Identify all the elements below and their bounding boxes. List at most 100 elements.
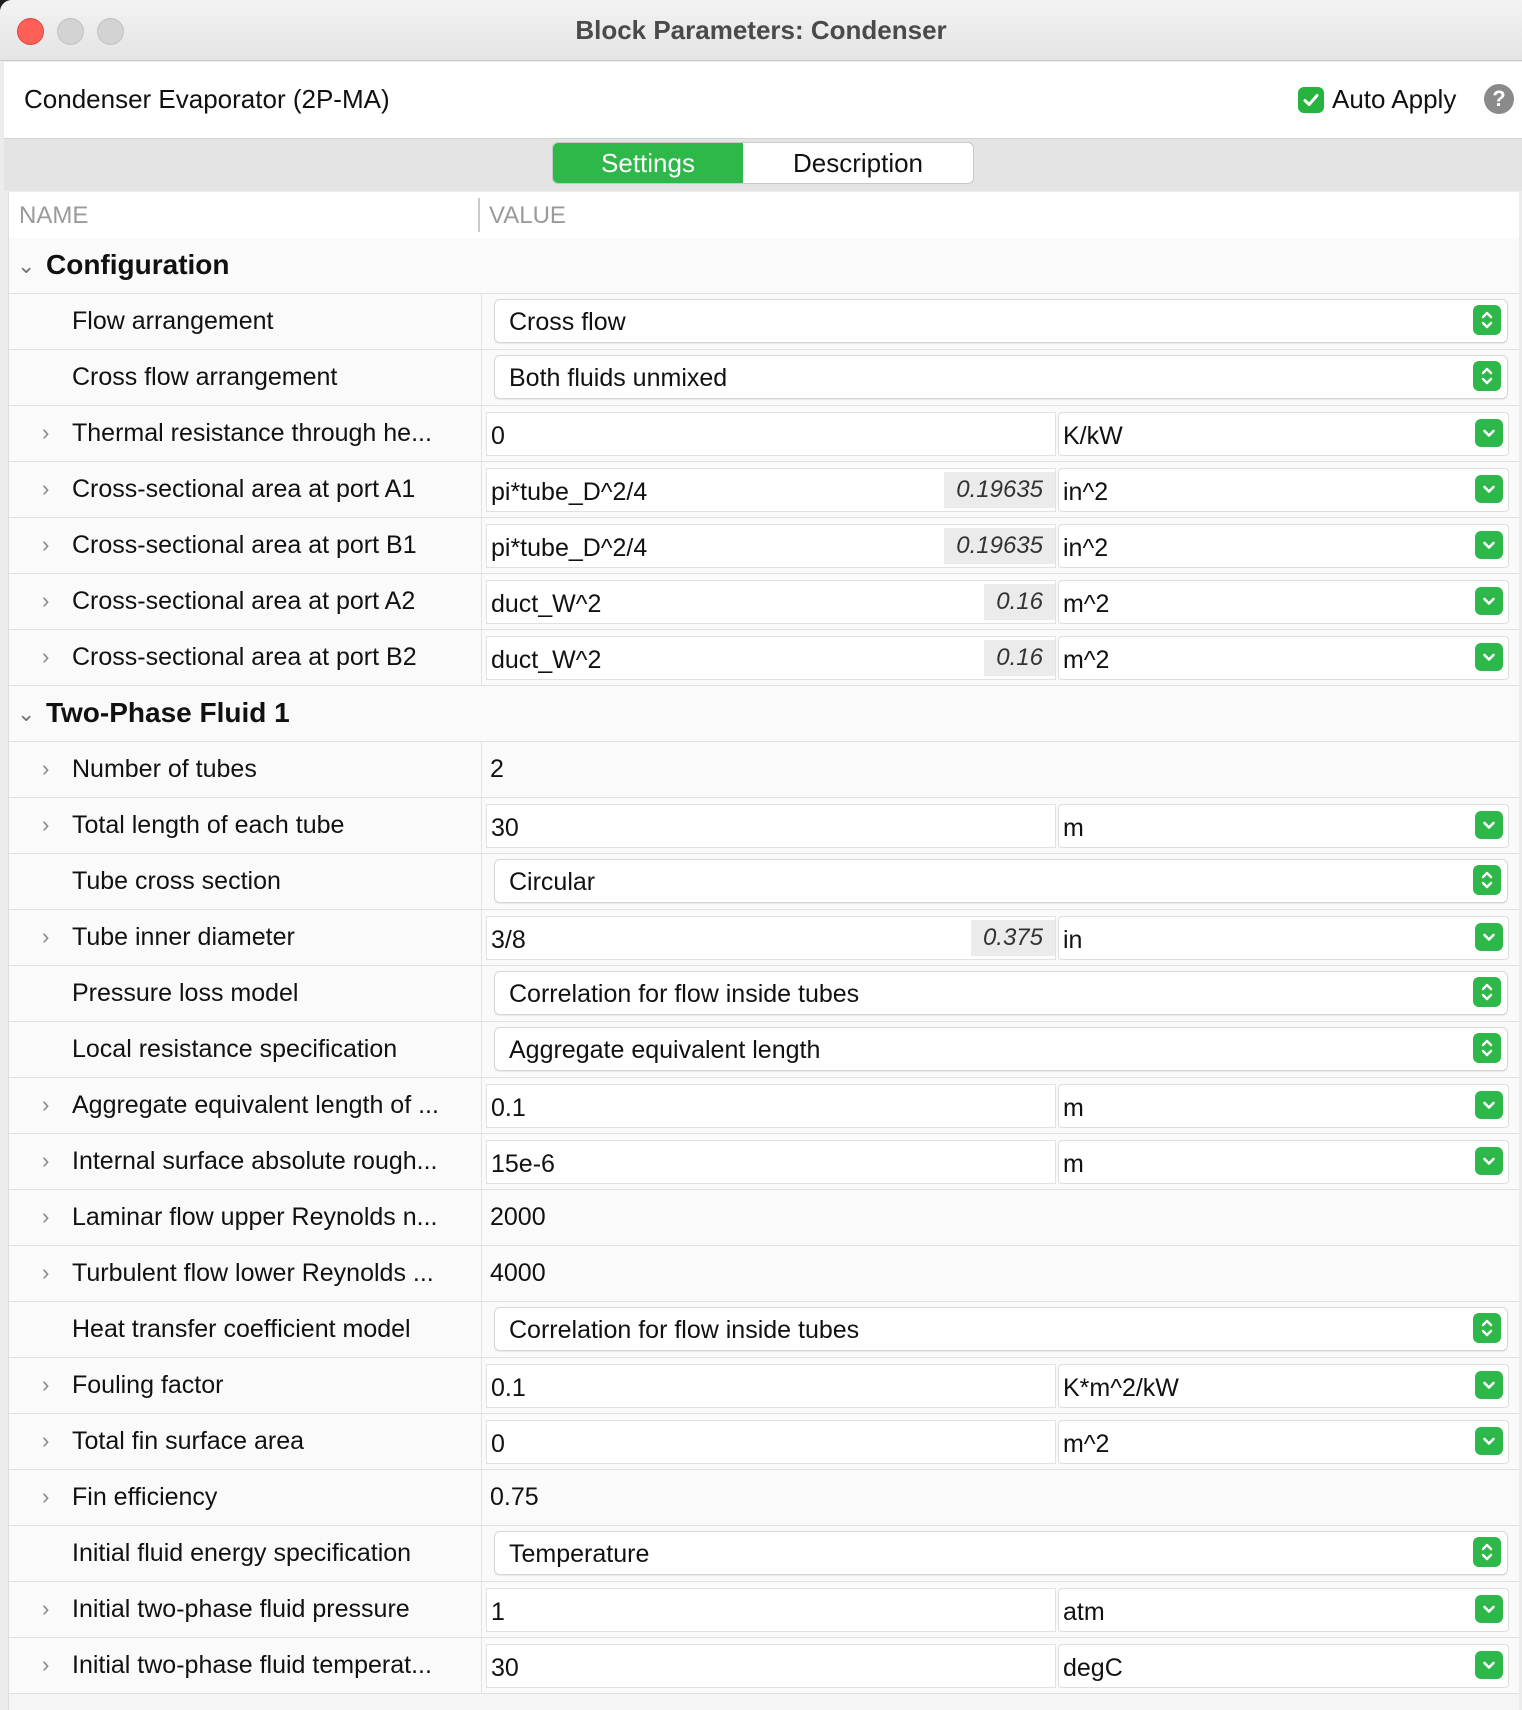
parameter-value-input[interactable]: 4000 xyxy=(490,1259,546,1288)
parameter-value-input[interactable]: duct_W^2 0.16 xyxy=(486,580,1056,624)
up-down-arrows-icon xyxy=(1473,977,1501,1007)
column-divider[interactable] xyxy=(478,198,480,232)
unit-dropdown[interactable]: atm xyxy=(1058,1588,1509,1632)
parameter-label: Fin efficiency xyxy=(72,1483,218,1511)
chevron-right-icon[interactable]: › xyxy=(42,1092,49,1118)
chevron-right-icon[interactable]: › xyxy=(42,1148,49,1174)
parameter-value-input[interactable]: 30 xyxy=(486,804,1056,848)
tab-description[interactable]: Description xyxy=(743,143,973,183)
parameter-value-input[interactable]: 1 xyxy=(486,1588,1056,1632)
chevron-right-icon[interactable]: › xyxy=(42,1204,49,1230)
parameter-name-cell: Tube cross section xyxy=(9,854,482,909)
parameter-value-input[interactable]: 0.1 xyxy=(486,1084,1056,1128)
parameter-value-cell: Temperature xyxy=(482,1526,1519,1581)
parameter-name-cell: Cross flow arrangement xyxy=(9,350,482,405)
parameter-value-cell: 2000 xyxy=(482,1190,1519,1245)
chevron-right-icon[interactable]: › xyxy=(42,1372,49,1398)
parameter-row: Heat transfer coefficient model Correlati… xyxy=(9,1302,1519,1358)
chevron-down-icon xyxy=(1475,923,1503,951)
auto-apply-checkbox[interactable]: Auto Apply xyxy=(1298,84,1456,115)
parameter-value-cell: Cross flow xyxy=(482,294,1519,349)
parameter-value-input[interactable]: 0 xyxy=(486,1420,1056,1464)
chevron-right-icon[interactable]: › xyxy=(42,1428,49,1454)
unit-dropdown[interactable]: m^2 xyxy=(1058,1420,1509,1464)
chevron-right-icon[interactable]: › xyxy=(42,420,49,446)
chevron-right-icon[interactable]: › xyxy=(42,644,49,670)
chevron-right-icon[interactable]: › xyxy=(42,1652,49,1678)
parameter-dropdown[interactable]: Aggregate equivalent length xyxy=(494,1027,1508,1071)
parameter-label: Tube inner diameter xyxy=(72,923,295,951)
parameter-value-input[interactable]: 2 xyxy=(490,755,504,784)
unit-dropdown[interactable]: in^2 xyxy=(1058,468,1509,512)
up-down-arrows-icon xyxy=(1473,305,1501,335)
unit-dropdown[interactable]: degC xyxy=(1058,1644,1509,1688)
chevron-right-icon[interactable]: › xyxy=(42,1484,49,1510)
parameter-name-cell: › Fin efficiency xyxy=(9,1470,482,1525)
parameter-dropdown[interactable]: Temperature xyxy=(494,1531,1508,1575)
parameter-value-input[interactable]: 0.75 xyxy=(490,1483,539,1512)
group-row[interactable]: ⌄ Configuration xyxy=(9,238,1519,294)
unit-dropdown[interactable]: in xyxy=(1058,916,1509,960)
parameter-value-cell: 30 degC xyxy=(482,1638,1519,1693)
chevron-right-icon[interactable]: › xyxy=(42,588,49,614)
chevron-down-icon xyxy=(1475,643,1503,671)
unit-dropdown[interactable]: m^2 xyxy=(1058,636,1509,680)
chevron-right-icon[interactable]: › xyxy=(42,812,49,838)
tab-settings[interactable]: Settings xyxy=(553,143,743,183)
unit-value: m^2 xyxy=(1063,1430,1110,1458)
parameter-value-cell: Circular xyxy=(482,854,1519,909)
chevron-down-icon[interactable]: ⌄ xyxy=(17,701,35,727)
parameter-name-cell: › Turbulent flow lower Reynolds ... xyxy=(9,1246,482,1301)
parameter-value-input[interactable]: 15e-6 xyxy=(486,1140,1056,1184)
unit-value: in xyxy=(1063,926,1083,954)
chevron-right-icon[interactable]: › xyxy=(42,756,49,782)
unit-dropdown[interactable]: m xyxy=(1058,1140,1509,1184)
parameter-label: Laminar flow upper Reynolds n... xyxy=(72,1203,438,1231)
value-expression: 3/8 xyxy=(491,926,526,954)
chevron-right-icon[interactable]: › xyxy=(42,924,49,950)
parameter-value-input[interactable]: 30 xyxy=(486,1644,1056,1688)
parameter-value-input[interactable]: pi*tube_D^2/4 0.19635 xyxy=(486,524,1056,568)
chevron-right-icon[interactable]: › xyxy=(42,1596,49,1622)
group-row[interactable]: ⌄ Two-Phase Fluid 1 xyxy=(9,686,1519,742)
parameter-dropdown[interactable]: Cross flow xyxy=(494,299,1508,343)
unit-dropdown[interactable]: K/kW xyxy=(1058,412,1509,456)
parameter-dropdown[interactable]: Circular xyxy=(494,859,1508,903)
parameter-value-cell: 30 m xyxy=(482,798,1519,853)
chevron-down-icon[interactable]: ⌄ xyxy=(17,253,35,279)
parameter-row: › Cross-sectional area at port B2 duct_W^2… xyxy=(9,630,1519,686)
unit-dropdown[interactable]: in^2 xyxy=(1058,524,1509,568)
parameter-value-input[interactable]: 0 xyxy=(486,412,1056,456)
parameter-label: Tube cross section xyxy=(72,867,281,895)
auto-apply-label: Auto Apply xyxy=(1332,84,1457,114)
value-expression: duct_W^2 xyxy=(491,646,602,674)
parameter-dropdown[interactable]: Correlation for flow inside tubes xyxy=(494,971,1508,1015)
chevron-right-icon[interactable]: › xyxy=(42,1260,49,1286)
parameter-row: › Aggregate equivalent length of ... 0.1 m xyxy=(9,1078,1519,1134)
parameter-value-input[interactable]: 2000 xyxy=(490,1203,546,1232)
up-down-arrows-icon xyxy=(1473,1033,1501,1063)
chevron-right-icon[interactable]: › xyxy=(42,476,49,502)
parameter-value-cell: 0.1 K*m^2/kW xyxy=(482,1358,1519,1413)
unit-dropdown[interactable]: m xyxy=(1058,1084,1509,1128)
question-mark-icon[interactable]: ? xyxy=(1484,84,1514,114)
parameter-value-input[interactable]: 3/8 0.375 xyxy=(486,916,1056,960)
parameter-dropdown[interactable]: Both fluids unmixed xyxy=(494,355,1508,399)
parameter-row: › Turbulent flow lower Reynolds ... 4000 xyxy=(9,1246,1519,1302)
value-expression: 30 xyxy=(491,814,519,842)
unit-value: m xyxy=(1063,1094,1084,1122)
parameter-value-input[interactable]: pi*tube_D^2/4 0.19635 xyxy=(486,468,1056,512)
parameter-dropdown[interactable]: Correlation for flow inside tubes xyxy=(494,1307,1508,1351)
parameter-label: Initial fluid energy specification xyxy=(72,1539,412,1567)
chevron-down-icon xyxy=(1475,531,1503,559)
unit-value: in^2 xyxy=(1063,478,1109,506)
unit-dropdown[interactable]: m xyxy=(1058,804,1509,848)
chevron-right-icon[interactable]: › xyxy=(42,532,49,558)
parameter-value-input[interactable]: 0.1 xyxy=(486,1364,1056,1408)
parameter-value-input[interactable]: duct_W^2 0.16 xyxy=(486,636,1056,680)
unit-dropdown[interactable]: m^2 xyxy=(1058,580,1509,624)
parameter-row: › Thermal resistance through he... 0 K/kW xyxy=(9,406,1519,462)
value-expression: 15e-6 xyxy=(491,1150,555,1178)
parameter-value-cell: 3/8 0.375 in xyxy=(482,910,1519,965)
unit-dropdown[interactable]: K*m^2/kW xyxy=(1058,1364,1509,1408)
